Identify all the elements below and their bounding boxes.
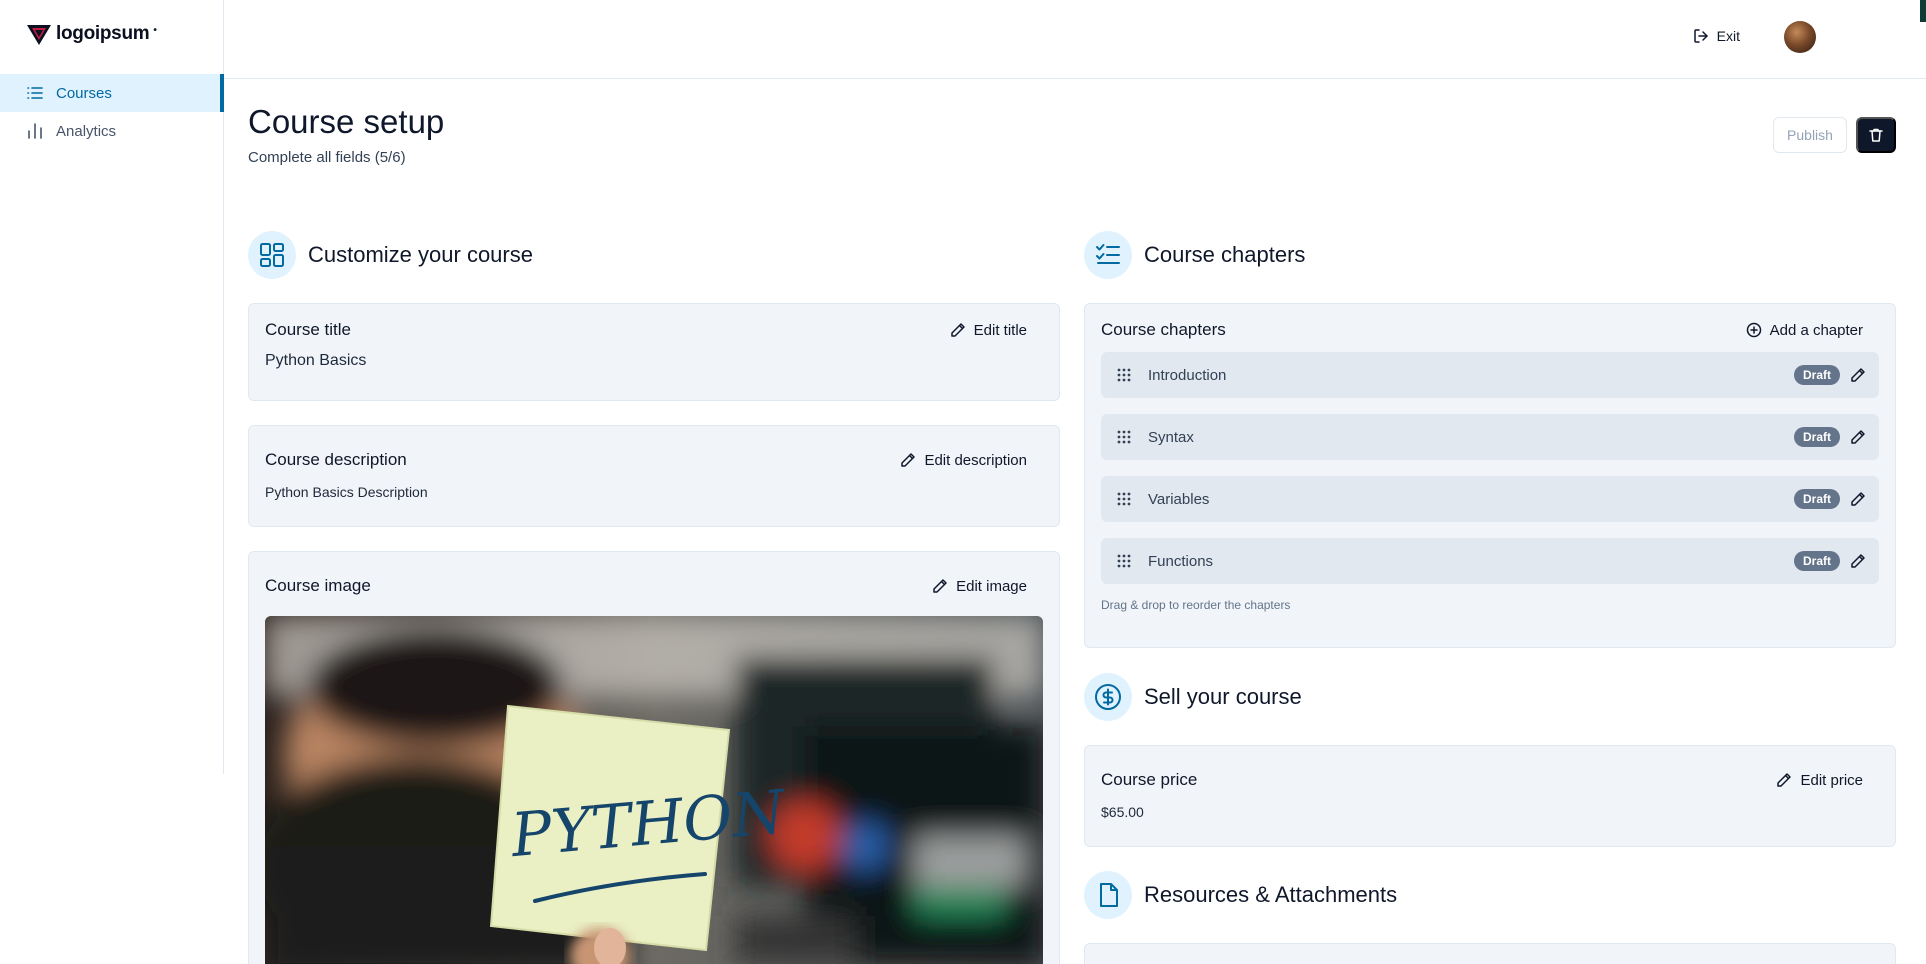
pencil-icon <box>901 453 916 467</box>
section-title: Customize your course <box>308 242 533 267</box>
trash-icon <box>1869 128 1883 142</box>
sidebar-item-label: Analytics <box>56 122 117 140</box>
drag-handle-icon[interactable] <box>1102 538 1146 584</box>
reorder-hint: Drag & drop to reorder the chapters <box>1101 598 1291 612</box>
add-chapter-button[interactable]: Add a chapter <box>1746 322 1879 339</box>
card-label: Course description <box>265 450 407 469</box>
course-chapters-card: Course chapters Add a chapter Introducti… <box>1084 303 1896 648</box>
sell-heading: Sell your course <box>1084 673 1302 721</box>
pencil-icon[interactable] <box>1850 491 1866 507</box>
section-title: Sell your course <box>1144 684 1302 709</box>
chapter-title: Introduction <box>1148 366 1227 384</box>
sidebar-nav: Courses Analytics <box>0 74 224 150</box>
course-price-value: $65.00 <box>1101 804 1144 820</box>
pencil-icon[interactable] <box>1850 367 1866 383</box>
status-badge: Draft <box>1793 427 1840 447</box>
pencil-icon <box>950 323 965 337</box>
top-bar: Exit <box>224 0 1926 79</box>
chapter-item[interactable]: Variables Draft <box>1101 476 1879 522</box>
section-title: Resources & Attachments <box>1144 882 1398 907</box>
brand-name: logoipsum <box>56 23 150 44</box>
sidebar-item-label: Courses <box>56 84 112 102</box>
edit-title-button[interactable]: Edit title <box>950 322 1043 339</box>
course-description-card: Course description Edit description Pyth… <box>248 425 1060 527</box>
avatar[interactable] <box>1784 21 1816 53</box>
list-checks-icon <box>1084 231 1132 279</box>
chapter-item[interactable]: Introduction Draft <box>1101 352 1879 398</box>
status-badge: Draft <box>1793 489 1840 509</box>
edit-description-button[interactable]: Edit description <box>900 452 1043 469</box>
chapter-item[interactable]: Functions Draft <box>1101 538 1879 584</box>
resources-card <box>1084 943 1896 964</box>
pencil-icon[interactable] <box>1850 429 1866 445</box>
course-title-value: Python Basics <box>265 352 367 369</box>
course-price-card: Course price Edit price $65.00 <box>1084 745 1896 847</box>
edit-image-button[interactable]: Edit image <box>932 578 1043 595</box>
exit-label: Exit <box>1716 28 1740 44</box>
chapters-heading: Course chapters <box>1084 231 1305 279</box>
page-title: Course setup <box>248 103 445 140</box>
drag-handle-icon[interactable] <box>1102 476 1146 522</box>
card-label: Course image <box>265 576 371 595</box>
sidebar-item-analytics[interactable]: Analytics <box>0 112 224 150</box>
plus-circle-icon <box>1746 322 1761 338</box>
edit-price-button[interactable]: Edit price <box>1776 772 1879 789</box>
chapter-title: Variables <box>1148 490 1210 508</box>
list-icon <box>27 87 43 99</box>
chapter-list: Introduction Draft Syntax Draft Variable… <box>1101 352 1879 584</box>
brand-logo[interactable]: logoipsum • <box>26 22 157 46</box>
drag-handle-icon[interactable] <box>1102 352 1146 398</box>
drag-handle-icon[interactable] <box>1102 414 1146 460</box>
course-image: PYTHON <box>265 616 1043 964</box>
sidebar-item-courses[interactable]: Courses <box>0 74 224 112</box>
delete-button[interactable] <box>1856 117 1896 153</box>
customize-heading: Customize your course <box>248 231 533 279</box>
dollar-circle-icon <box>1084 673 1132 721</box>
card-label: Course chapters <box>1101 320 1226 339</box>
resources-heading: Resources & Attachments <box>1084 871 1397 919</box>
pencil-icon <box>1777 773 1792 787</box>
pencil-icon <box>933 579 947 593</box>
section-title: Course chapters <box>1144 242 1306 267</box>
file-icon <box>1084 871 1132 919</box>
publish-button[interactable]: Publish <box>1773 117 1847 153</box>
chapter-item[interactable]: Syntax Draft <box>1101 414 1879 460</box>
scrollbar[interactable] <box>1920 0 1926 22</box>
sidebar: logoipsum • Courses Analytics <box>0 0 224 774</box>
chapter-title: Syntax <box>1148 428 1194 446</box>
log-out-icon <box>1693 29 1708 43</box>
pencil-icon[interactable] <box>1850 553 1866 569</box>
status-badge: Draft <box>1793 365 1840 385</box>
course-title-card: Course title Edit title Python Basics <box>248 303 1060 401</box>
card-label: Course price <box>1101 770 1198 789</box>
bar-chart-icon <box>28 123 42 139</box>
completion-status: Complete all fields (5/6) <box>248 149 406 166</box>
layout-dashboard-icon <box>248 231 296 279</box>
card-label: Course title <box>265 320 351 339</box>
logo-icon <box>27 25 51 45</box>
course-description-value: Python Basics Description <box>265 484 428 500</box>
exit-button[interactable]: Exit <box>1693 28 1740 44</box>
chapter-title: Functions <box>1148 552 1214 570</box>
status-badge: Draft <box>1793 551 1840 571</box>
